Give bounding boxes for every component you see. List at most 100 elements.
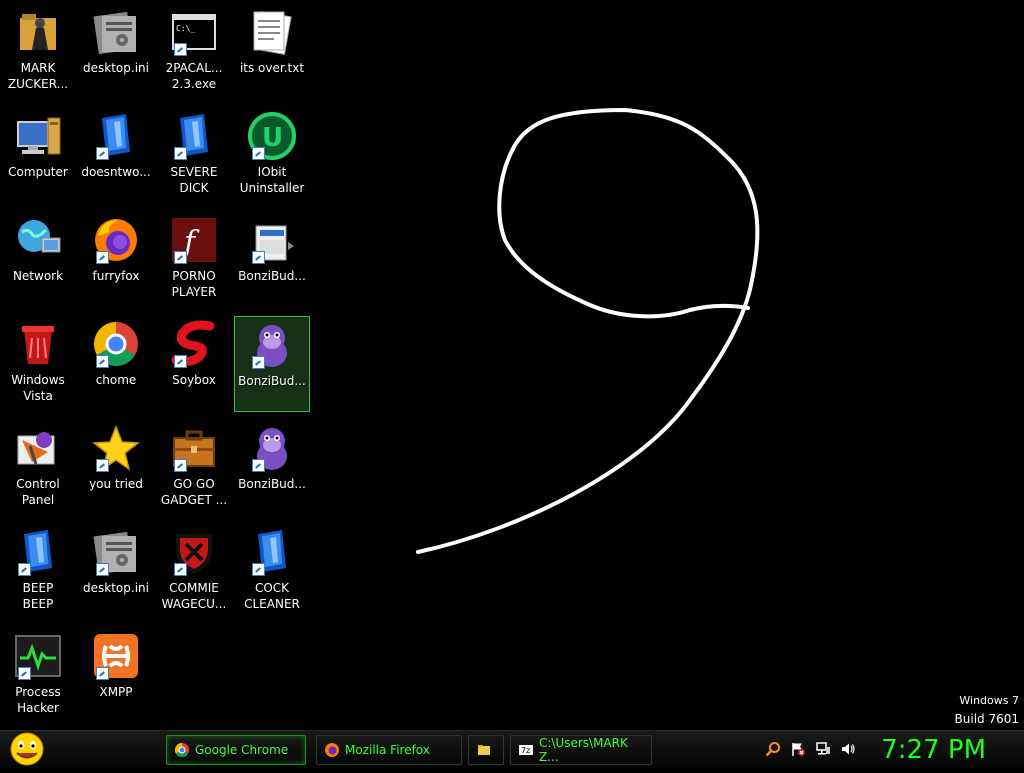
- desktop-icon-label: Windows Vista: [11, 373, 65, 403]
- desktop-icon[interactable]: its over.txt: [234, 4, 310, 100]
- desktop-icon-label: MARK ZUCKER...: [7, 61, 69, 91]
- console-exe-icon: C:\_: [170, 8, 218, 56]
- shortcut-arrow-icon: [96, 147, 109, 160]
- build-number-text: Build 7601: [954, 712, 1019, 726]
- shortcut-arrow-icon: [96, 355, 109, 368]
- desktop-icon-label: GO GO GADGET ...: [160, 477, 228, 507]
- smiley-face-icon: [10, 732, 44, 766]
- os-name-text: Windows 7: [959, 694, 1019, 707]
- blue-app-icon: [248, 528, 296, 576]
- recycle-bin-icon: [14, 320, 62, 368]
- flash-player-icon: f: [170, 216, 218, 264]
- desktop-icon[interactable]: doesntwo...: [78, 108, 154, 204]
- desktop-icon[interactable]: GO GO GADGET ...: [156, 420, 232, 516]
- desktop-icon[interactable]: Process Hacker: [0, 628, 76, 724]
- taskbar-button-explorer[interactable]: [468, 735, 504, 765]
- taskbar-button-7zip[interactable]: 7z C:\Users\MARK Z...: [510, 735, 652, 765]
- desktop-icon-label: COMMIE WAGECU...: [161, 581, 227, 611]
- desktop-icon-label: IObit Uninstaller: [239, 165, 305, 195]
- desktop-icon-label: PORNO PLAYER: [171, 269, 217, 299]
- desktop-icon-label: BonziBud...: [238, 269, 306, 283]
- start-button[interactable]: [6, 731, 48, 769]
- computer-icon: [14, 112, 62, 160]
- desktop-icon[interactable]: BonziBud...: [234, 316, 310, 412]
- desktop-icon[interactable]: BonziBud...: [234, 212, 310, 308]
- taskbar-button-firefox[interactable]: Mozilla Firefox: [316, 735, 462, 765]
- firefox-icon: [325, 743, 339, 757]
- shortcut-arrow-icon: [18, 563, 31, 576]
- desktop-icon-label: BEEP BEEP: [22, 581, 54, 611]
- shortcut-arrow-icon: [252, 147, 265, 160]
- desktop-icon-label: 2PACAL... 2.3.exe: [165, 61, 223, 91]
- desktop-icon[interactable]: Network: [0, 212, 76, 308]
- desktop-icon-label: SEVERE DICK: [170, 165, 218, 195]
- bonzi-folder-icon: [248, 216, 296, 264]
- blue-app-icon: [170, 112, 218, 160]
- shortcut-arrow-icon: [252, 356, 265, 369]
- desktop-icon[interactable]: Windows Vista: [0, 316, 76, 412]
- control-panel-icon: [14, 424, 62, 472]
- desktop-icon-label: desktop.ini: [83, 581, 149, 595]
- desktop-icon-label: Network: [12, 269, 64, 283]
- shortcut-arrow-icon: [252, 563, 265, 576]
- windows-build-watermark: Windows 7 Build 7601: [955, 692, 1019, 728]
- system-tray: [765, 741, 856, 757]
- desktop-icon[interactable]: COCK CLEANER: [234, 524, 310, 620]
- firefox-icon: [92, 216, 140, 264]
- desktop-icon[interactable]: Control Panel: [0, 420, 76, 516]
- desktop-icon[interactable]: BEEP BEEP: [0, 524, 76, 620]
- commie-shield-icon: [170, 528, 218, 576]
- desktop-icon[interactable]: f PORNO PLAYER: [156, 212, 232, 308]
- desktop-icon[interactable]: XMPP: [78, 628, 154, 724]
- desktop-icon[interactable]: U IObit Uninstaller: [234, 108, 310, 204]
- desktop-icon-label: XMPP: [99, 685, 133, 699]
- volume-icon[interactable]: [840, 741, 856, 757]
- desktop-icon[interactable]: BonziBud...: [234, 420, 310, 516]
- desktop-icon[interactable]: furryfox: [78, 212, 154, 308]
- desktop-icon[interactable]: chome: [78, 316, 154, 412]
- desktop-icon-label: BonziBud...: [238, 477, 306, 491]
- desktop-icon[interactable]: desktop.ini: [78, 4, 154, 100]
- iobit-uninstaller-icon: U: [248, 112, 296, 160]
- desktop-icon-label: you tried: [89, 477, 143, 491]
- desktop-icon[interactable]: SEVERE DICK: [156, 108, 232, 204]
- shortcut-arrow-icon: [96, 667, 109, 680]
- desktop-icon-label: Soybox: [172, 373, 216, 387]
- shortcut-arrow-icon: [174, 251, 187, 264]
- shortcut-arrow-icon: [174, 147, 187, 160]
- 7zip-icon: 7z: [519, 745, 533, 755]
- shortcut-arrow-icon: [174, 43, 187, 56]
- desktop-icon[interactable]: C:\_ 2PACAL... 2.3.exe: [156, 4, 232, 100]
- desktop-icon[interactable]: you tried: [78, 420, 154, 516]
- search-icon[interactable]: [765, 741, 781, 757]
- desktop-icon-label: furryfox: [92, 269, 140, 283]
- star-icon: [92, 424, 140, 472]
- desktop-icon-label: chome: [95, 373, 137, 387]
- svg-text:U: U: [262, 123, 283, 153]
- shortcut-arrow-icon: [96, 459, 109, 472]
- shortcut-arrow-icon: [174, 563, 187, 576]
- desktop-icon[interactable]: MARK ZUCKER...: [0, 4, 76, 100]
- desktop-icon[interactable]: Computer: [0, 108, 76, 204]
- chrome-icon: [175, 743, 189, 757]
- settings-file-icon: [92, 528, 140, 576]
- action-center-flag-icon[interactable]: [790, 741, 806, 757]
- svg-text:C:\_: C:\_: [176, 24, 195, 33]
- settings-file-icon: [92, 8, 140, 56]
- xampp-icon: [92, 632, 140, 680]
- shortcut-arrow-icon: [252, 459, 265, 472]
- bonzi-gorilla-icon: [248, 321, 296, 369]
- desktop-icon[interactable]: desktop.ini: [78, 524, 154, 620]
- soybox-icon: [170, 320, 218, 368]
- taskbar-button-chrome[interactable]: Google Chrome: [166, 735, 306, 765]
- shortcut-arrow-icon: [174, 459, 187, 472]
- taskbar-clock[interactable]: 7:27 PM: [881, 734, 986, 766]
- desktop[interactable]: MARK ZUCKER... desktop.ini C:\_ 2PACAL... 2…: [0, 0, 1024, 730]
- taskbar-button-label: Mozilla Firefox: [345, 743, 430, 757]
- shortcut-arrow-icon: [252, 251, 265, 264]
- shortcut-arrow-icon: [96, 251, 109, 264]
- network-tray-icon[interactable]: [815, 741, 831, 757]
- desktop-icon[interactable]: Soybox: [156, 316, 232, 412]
- desktop-icon-label: BonziBud...: [238, 374, 306, 388]
- desktop-icon[interactable]: COMMIE WAGECU...: [156, 524, 232, 620]
